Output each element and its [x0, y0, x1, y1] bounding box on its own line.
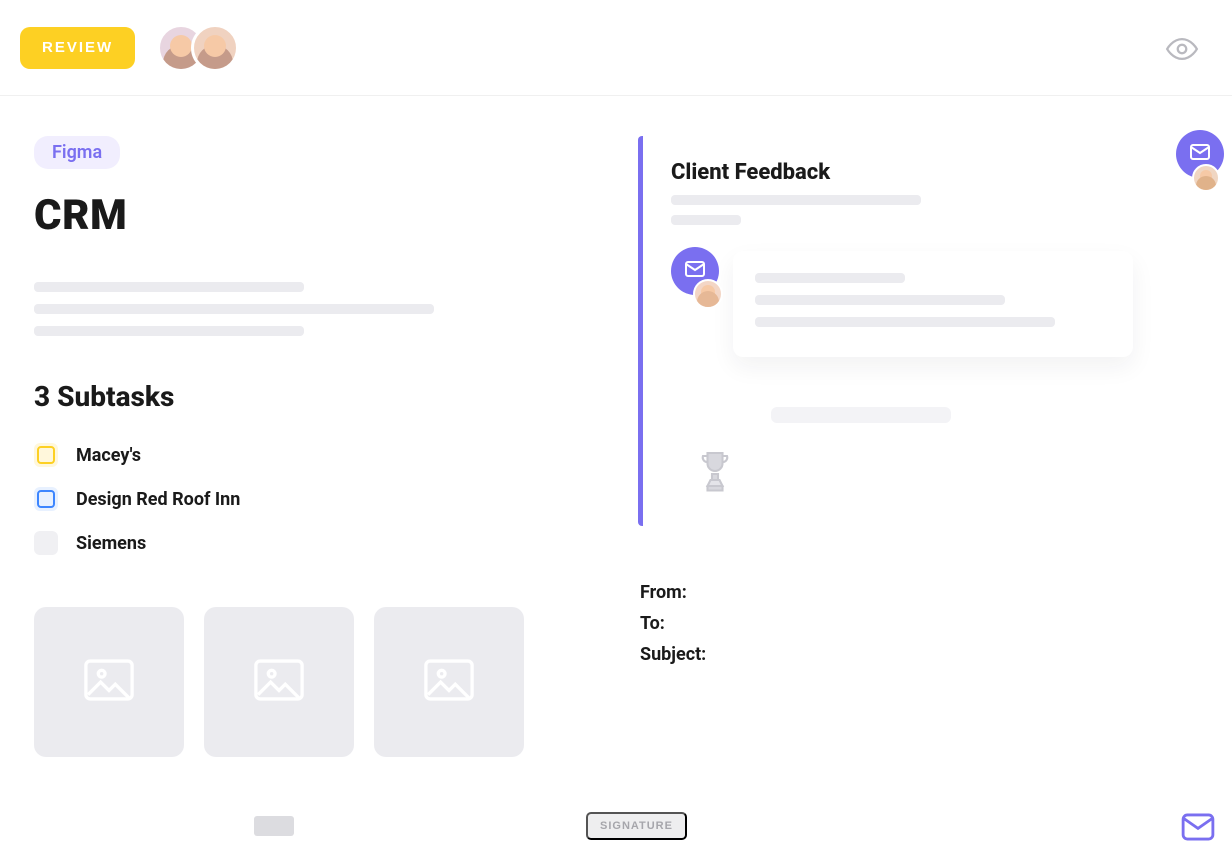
- attachments-row: [34, 607, 604, 757]
- subtask-label: Macey's: [76, 445, 141, 466]
- status-badge[interactable]: [34, 443, 58, 467]
- main-content: Figma CRM 3 Subtasks Macey's Design Red …: [0, 96, 1232, 858]
- subtask-item[interactable]: Siemens: [34, 521, 604, 565]
- tag-pill[interactable]: Figma: [34, 136, 120, 169]
- subtask-label: Siemens: [76, 533, 146, 554]
- toolbar-placeholder: [254, 816, 294, 836]
- mail-icon: [1181, 830, 1215, 845]
- comment-line-placeholder: [755, 317, 1055, 327]
- comment-line-placeholder: [755, 273, 905, 283]
- topbar: REVIEW: [0, 0, 1232, 96]
- task-title: CRM: [34, 191, 604, 240]
- status-badge[interactable]: [34, 531, 58, 555]
- comment-line-placeholder: [755, 295, 1005, 305]
- comment-card[interactable]: [733, 251, 1133, 357]
- feedback-card[interactable]: Client Feedback: [638, 136, 1216, 526]
- placeholder-bar: [771, 407, 951, 423]
- assignee-avatars[interactable]: [157, 24, 239, 72]
- status-badge[interactable]: [34, 487, 58, 511]
- trophy-icon: [697, 449, 733, 493]
- description-placeholder: [34, 282, 604, 336]
- subtasks-heading: 3 Subtasks: [34, 380, 604, 413]
- signature-button[interactable]: SIGNATURE: [586, 812, 687, 840]
- avatar[interactable]: [191, 24, 239, 72]
- watch-button[interactable]: [1160, 28, 1204, 72]
- attachment-tile[interactable]: [204, 607, 354, 757]
- image-icon: [423, 659, 475, 705]
- subtask-label: Design Red Roof Inn: [76, 489, 240, 510]
- image-icon: [253, 659, 305, 705]
- compose-from-label[interactable]: From:: [640, 582, 1216, 603]
- subtask-item[interactable]: Design Red Roof Inn: [34, 477, 604, 521]
- task-details-pane: Figma CRM 3 Subtasks Macey's Design Red …: [34, 136, 604, 858]
- avatar: [693, 279, 723, 309]
- email-compose: From: To: Subject:: [638, 582, 1216, 665]
- compose-mail-button[interactable]: [1178, 808, 1218, 848]
- avatar: [1192, 164, 1220, 192]
- compose-to-label[interactable]: To:: [640, 613, 1216, 634]
- bottombar: SIGNATURE: [0, 800, 1232, 858]
- feedback-title: Client Feedback: [671, 160, 1188, 185]
- activity-pane: Client Feedback: [624, 136, 1216, 858]
- attachment-tile[interactable]: [34, 607, 184, 757]
- subtask-item[interactable]: Macey's: [34, 433, 604, 477]
- review-button[interactable]: REVIEW: [20, 27, 135, 69]
- feedback-subtitle-placeholder: [671, 195, 1188, 225]
- subtask-list: Macey's Design Red Roof Inn Siemens: [34, 433, 604, 565]
- attachment-tile[interactable]: [374, 607, 524, 757]
- eye-icon: [1165, 54, 1199, 69]
- image-icon: [83, 659, 135, 705]
- compose-subject-label[interactable]: Subject:: [640, 644, 1216, 665]
